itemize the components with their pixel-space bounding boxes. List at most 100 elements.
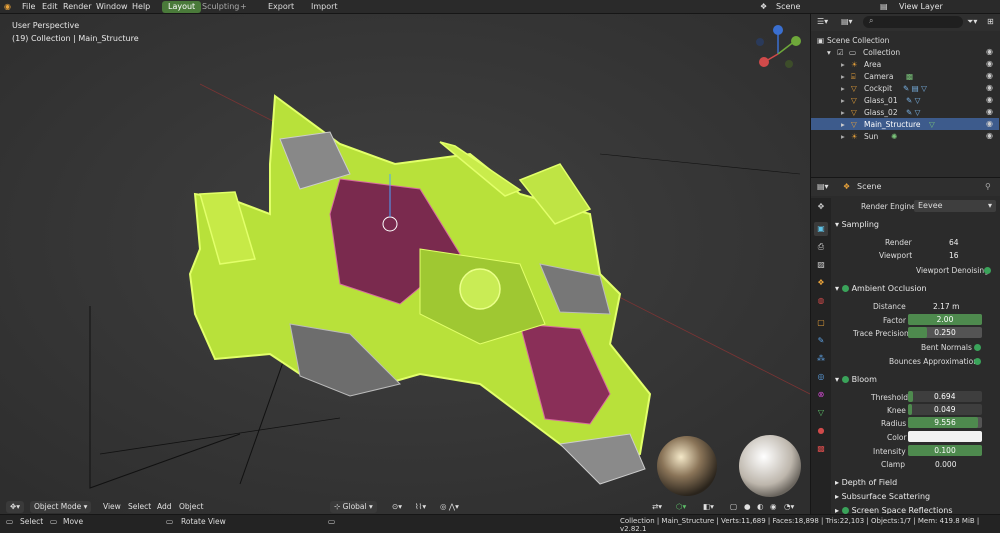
bloom-intensity-slider[interactable]: 0.100	[908, 445, 982, 456]
scene-tab-icon[interactable]: ❖	[814, 276, 828, 290]
expand-icon[interactable]: ▸	[841, 108, 845, 117]
menu-view[interactable]: View	[103, 502, 121, 511]
editor-type-icon[interactable]: ▤▾	[817, 182, 829, 191]
sss-header[interactable]: ▸ Subsurface Scattering	[835, 492, 930, 501]
particles-tab-icon[interactable]: ⁂	[814, 352, 828, 366]
shading-options-icon[interactable]: ◔▾	[784, 502, 794, 511]
outliner-item-main-structure[interactable]: ▸ ▽ Main_Structure ▽ ◉	[811, 118, 999, 130]
outliner-item-area[interactable]: ▸ ☀ Area ◉	[811, 58, 999, 70]
bloom-color-swatch[interactable]	[908, 431, 982, 442]
pivot-icon[interactable]: ⊙▾	[392, 502, 402, 511]
item-label: Sun	[864, 132, 879, 141]
ao-distance-value[interactable]: 2.17 m	[933, 302, 959, 311]
eye-icon[interactable]: ◉	[986, 107, 993, 116]
tab-sculpting[interactable]: Sculpting	[196, 1, 245, 13]
menu-render[interactable]: Render	[63, 2, 91, 11]
pin-icon[interactable]: ⚲	[985, 182, 991, 191]
bloom-radius-slider[interactable]: 9.556	[908, 417, 982, 428]
overlay-toggle-icon[interactable]: ⬡▾	[676, 502, 686, 511]
scene-selector[interactable]: Scene	[776, 2, 800, 11]
snap-icon[interactable]: ⌇⌇▾	[415, 502, 426, 511]
tab-import[interactable]: Import	[305, 1, 344, 13]
menu-window[interactable]: Window	[96, 2, 128, 11]
expand-icon[interactable]: ▾	[827, 48, 831, 57]
eye-icon[interactable]: ◉	[986, 83, 993, 92]
blender-logo-icon[interactable]: ◉	[4, 2, 11, 11]
add-workspace-icon[interactable]: +	[240, 2, 247, 11]
menu-select[interactable]: Select	[128, 502, 151, 511]
new-collection-icon[interactable]: ⊞	[987, 17, 994, 26]
outliner-item-glass02[interactable]: ▸ ▽ Glass_02 ✎ ▽ ◉	[811, 106, 999, 118]
output-tab-icon[interactable]: ⎙	[814, 240, 828, 254]
render-samples-value[interactable]: 64	[949, 238, 959, 247]
view-layer-tab-icon[interactable]: ▨	[814, 258, 828, 272]
eye-icon[interactable]: ◉	[986, 71, 993, 80]
expand-icon[interactable]: ▸	[841, 96, 845, 105]
bent-normals-checkbox[interactable]	[974, 344, 981, 351]
display-mode-icon[interactable]: ▤▾	[841, 17, 853, 26]
menu-add[interactable]: Add	[157, 502, 172, 511]
modifier-tab-icon[interactable]: ✎	[814, 334, 828, 348]
expand-icon[interactable]: ▸	[841, 72, 845, 81]
proportional-edit-icon[interactable]: ◎ ⋀▾	[440, 502, 459, 511]
search-input[interactable]: ⌕	[863, 16, 963, 28]
ao-factor-slider[interactable]: 2.00	[908, 314, 982, 325]
outliner-item-camera[interactable]: ▸ ⌸ Camera ▩ ◉	[811, 70, 999, 82]
viewport-samples-value[interactable]: 16	[949, 251, 959, 260]
menu-help[interactable]: Help	[132, 2, 150, 11]
editor-type-icon[interactable]: ✥▾	[6, 501, 25, 513]
eye-icon[interactable]: ◉	[986, 95, 993, 104]
ao-header[interactable]: ▾ Ambient Occlusion	[835, 284, 927, 293]
editor-type-icon[interactable]: ☰▾	[817, 17, 828, 26]
filter-icon[interactable]: ⏷▾	[967, 17, 977, 27]
expand-icon[interactable]: ▸	[841, 60, 845, 69]
xray-icon[interactable]: ◧▾	[703, 502, 714, 511]
eye-icon[interactable]: ◉	[986, 47, 993, 56]
menu-file[interactable]: File	[22, 2, 35, 11]
outliner-root[interactable]: ▣ Scene Collection	[811, 34, 999, 46]
data-tab-icon[interactable]: ▽	[814, 406, 828, 420]
expand-icon[interactable]: ▸	[841, 132, 845, 141]
expand-icon[interactable]: ▸	[841, 120, 845, 129]
object-tab-icon[interactable]: ▢	[814, 316, 828, 330]
menu-edit[interactable]: Edit	[42, 2, 58, 11]
outliner-collection[interactable]: ▾ ☑ ▭ Collection ◉	[811, 46, 999, 58]
outliner-item-sun[interactable]: ▸ ☀ Sun ✺ ◉	[811, 130, 999, 142]
eye-icon[interactable]: ◉	[986, 59, 993, 68]
checkbox-icon[interactable]: ☑	[837, 48, 844, 57]
world-tab-icon[interactable]: ◍	[814, 294, 828, 308]
wireframe-shading-icon[interactable]: ▢	[730, 502, 737, 511]
bloom-intensity-value: 0.100	[934, 446, 956, 455]
rendered-shading-icon[interactable]: ◉	[770, 502, 777, 511]
viewport-denoising-checkbox[interactable]	[984, 267, 991, 274]
outliner-item-cockpit[interactable]: ▸ ▽ Cockpit ✎ ▤ ▽ ◉	[811, 82, 999, 94]
bloom-header[interactable]: ▾ Bloom	[835, 375, 877, 384]
physics-tab-icon[interactable]: ◎	[814, 370, 828, 384]
tool-tab-icon[interactable]: ✥	[814, 200, 828, 214]
render-tab-icon[interactable]: ▣	[814, 222, 828, 236]
dof-header[interactable]: ▸ Depth of Field	[835, 478, 897, 487]
eye-icon[interactable]: ◉	[986, 119, 993, 128]
material-tab-icon[interactable]: ●	[814, 424, 828, 438]
orientation-selector[interactable]: ⊹ Global ▾	[330, 501, 377, 513]
bloom-threshold-slider[interactable]: 0.694	[908, 391, 982, 402]
tab-export[interactable]: Export	[262, 1, 300, 13]
3d-viewport[interactable]: User Perspective (19) Collection | Main_…	[0, 14, 810, 514]
solid-shading-icon[interactable]: ●	[744, 502, 751, 511]
view-layer-selector[interactable]: View Layer	[899, 2, 943, 11]
menu-object[interactable]: Object	[179, 502, 203, 511]
outliner-item-glass01[interactable]: ▸ ▽ Glass_01 ✎ ▽ ◉	[811, 94, 999, 106]
mode-selector[interactable]: Object Mode ▾	[30, 501, 92, 513]
bounces-approx-checkbox[interactable]	[974, 358, 981, 365]
gizmo-toggle-icon[interactable]: ⇄▾	[652, 502, 662, 511]
texture-tab-icon[interactable]: ▩	[814, 442, 828, 456]
bloom-knee-slider[interactable]: 0.049	[908, 404, 982, 415]
ao-precision-slider[interactable]: 0.250	[908, 327, 982, 338]
sampling-header[interactable]: ▾ Sampling	[835, 220, 879, 229]
material-shading-icon[interactable]: ◐	[757, 502, 764, 511]
expand-icon[interactable]: ▸	[841, 84, 845, 93]
bloom-clamp-value[interactable]: 0.000	[935, 460, 956, 469]
constraints-tab-icon[interactable]: ⊗	[814, 388, 828, 402]
eye-icon[interactable]: ◉	[986, 131, 993, 140]
render-engine-select[interactable]: Eevee ▾	[914, 200, 996, 212]
